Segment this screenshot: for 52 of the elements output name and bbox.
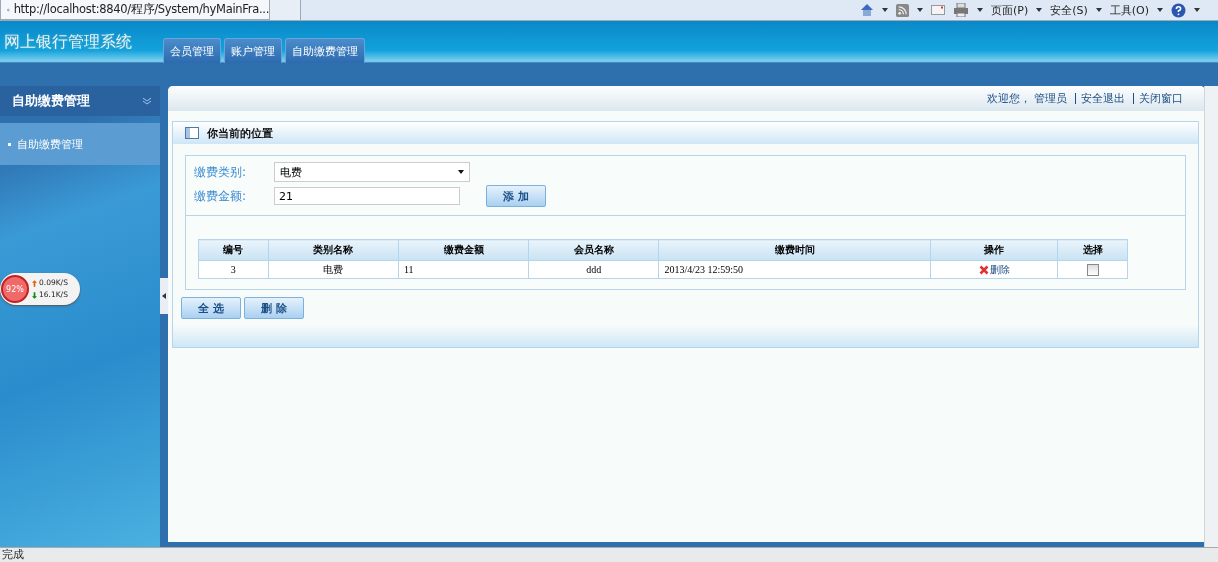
column-header: 缴费时间: [658, 239, 931, 261]
amount-field[interactable]: 21: [274, 187, 460, 205]
command-menu[interactable]: 安全(S): [1050, 2, 1088, 18]
print-icon[interactable]: [952, 3, 969, 17]
down-arrow-icon: [32, 291, 37, 299]
add-button[interactable]: 添 加: [486, 185, 546, 207]
delete-link[interactable]: 删除: [989, 262, 1010, 277]
feed-icon[interactable]: [895, 3, 909, 17]
mail-icon[interactable]: [930, 5, 945, 15]
caret-icon: [162, 293, 166, 299]
browser-tab[interactable]: http://localhost:8840/程序/System/hyMainFra...: [0, 0, 270, 20]
up-arrow-icon: [32, 279, 37, 287]
column-header: 操作: [930, 239, 1058, 261]
amount-label: 缴费金额:: [194, 187, 248, 205]
help-icon[interactable]: [1171, 2, 1186, 18]
caret-icon[interactable]: [976, 8, 983, 12]
caret-icon[interactable]: [1036, 8, 1043, 12]
collapse-chevron-icon[interactable]: [142, 97, 152, 105]
sidebar-title: 自助缴费管理: [12, 92, 90, 110]
caret-icon[interactable]: [1157, 8, 1163, 12]
column-header: 编号: [198, 239, 269, 261]
box-title: 你当前的位置: [207, 125, 273, 141]
welcome-text: 欢迎您，: [987, 91, 1031, 106]
home-icon[interactable]: [859, 3, 874, 17]
caret-icon[interactable]: [916, 8, 923, 12]
category-select[interactable]: 电费: [274, 162, 470, 182]
caret-icon[interactable]: [881, 8, 888, 12]
status-text: 完成: [2, 548, 24, 561]
delete-x-icon: [978, 264, 989, 275]
nav-tab[interactable]: 账户管理: [224, 38, 282, 63]
caret-icon[interactable]: [1095, 8, 1102, 12]
command-menu[interactable]: 页面(P): [990, 2, 1029, 18]
column-header: 选择: [1057, 239, 1128, 261]
row-checkbox[interactable]: [1086, 263, 1099, 276]
panel-icon: [185, 127, 199, 139]
user-name: 管理员: [1034, 91, 1067, 106]
sidebar-toggle-button[interactable]: [160, 278, 168, 314]
nav-tab[interactable]: 自助缴费管理: [285, 38, 365, 63]
caret-icon[interactable]: [1194, 8, 1200, 12]
usage-percent: 92%: [1, 275, 29, 303]
top-link[interactable]: 安全退出: [1081, 91, 1125, 106]
app-title: 网上银行管理系统: [4, 32, 132, 53]
action-button[interactable]: 删 除: [244, 297, 304, 319]
action-button[interactable]: 全 选: [181, 297, 241, 319]
nav-tab[interactable]: 会员管理: [163, 38, 221, 63]
column-header: 会员名称: [528, 239, 659, 261]
category-label: 缴费类别:: [194, 163, 248, 181]
tab-title: http://localhost:8840/程序/System/hyMainFra...: [13, 2, 269, 17]
column-header: 类别名称: [268, 239, 399, 261]
command-menu[interactable]: 工具(O): [1109, 2, 1149, 18]
column-header: 缴费金额: [398, 239, 529, 261]
top-link[interactable]: 关闭窗口: [1139, 91, 1183, 106]
